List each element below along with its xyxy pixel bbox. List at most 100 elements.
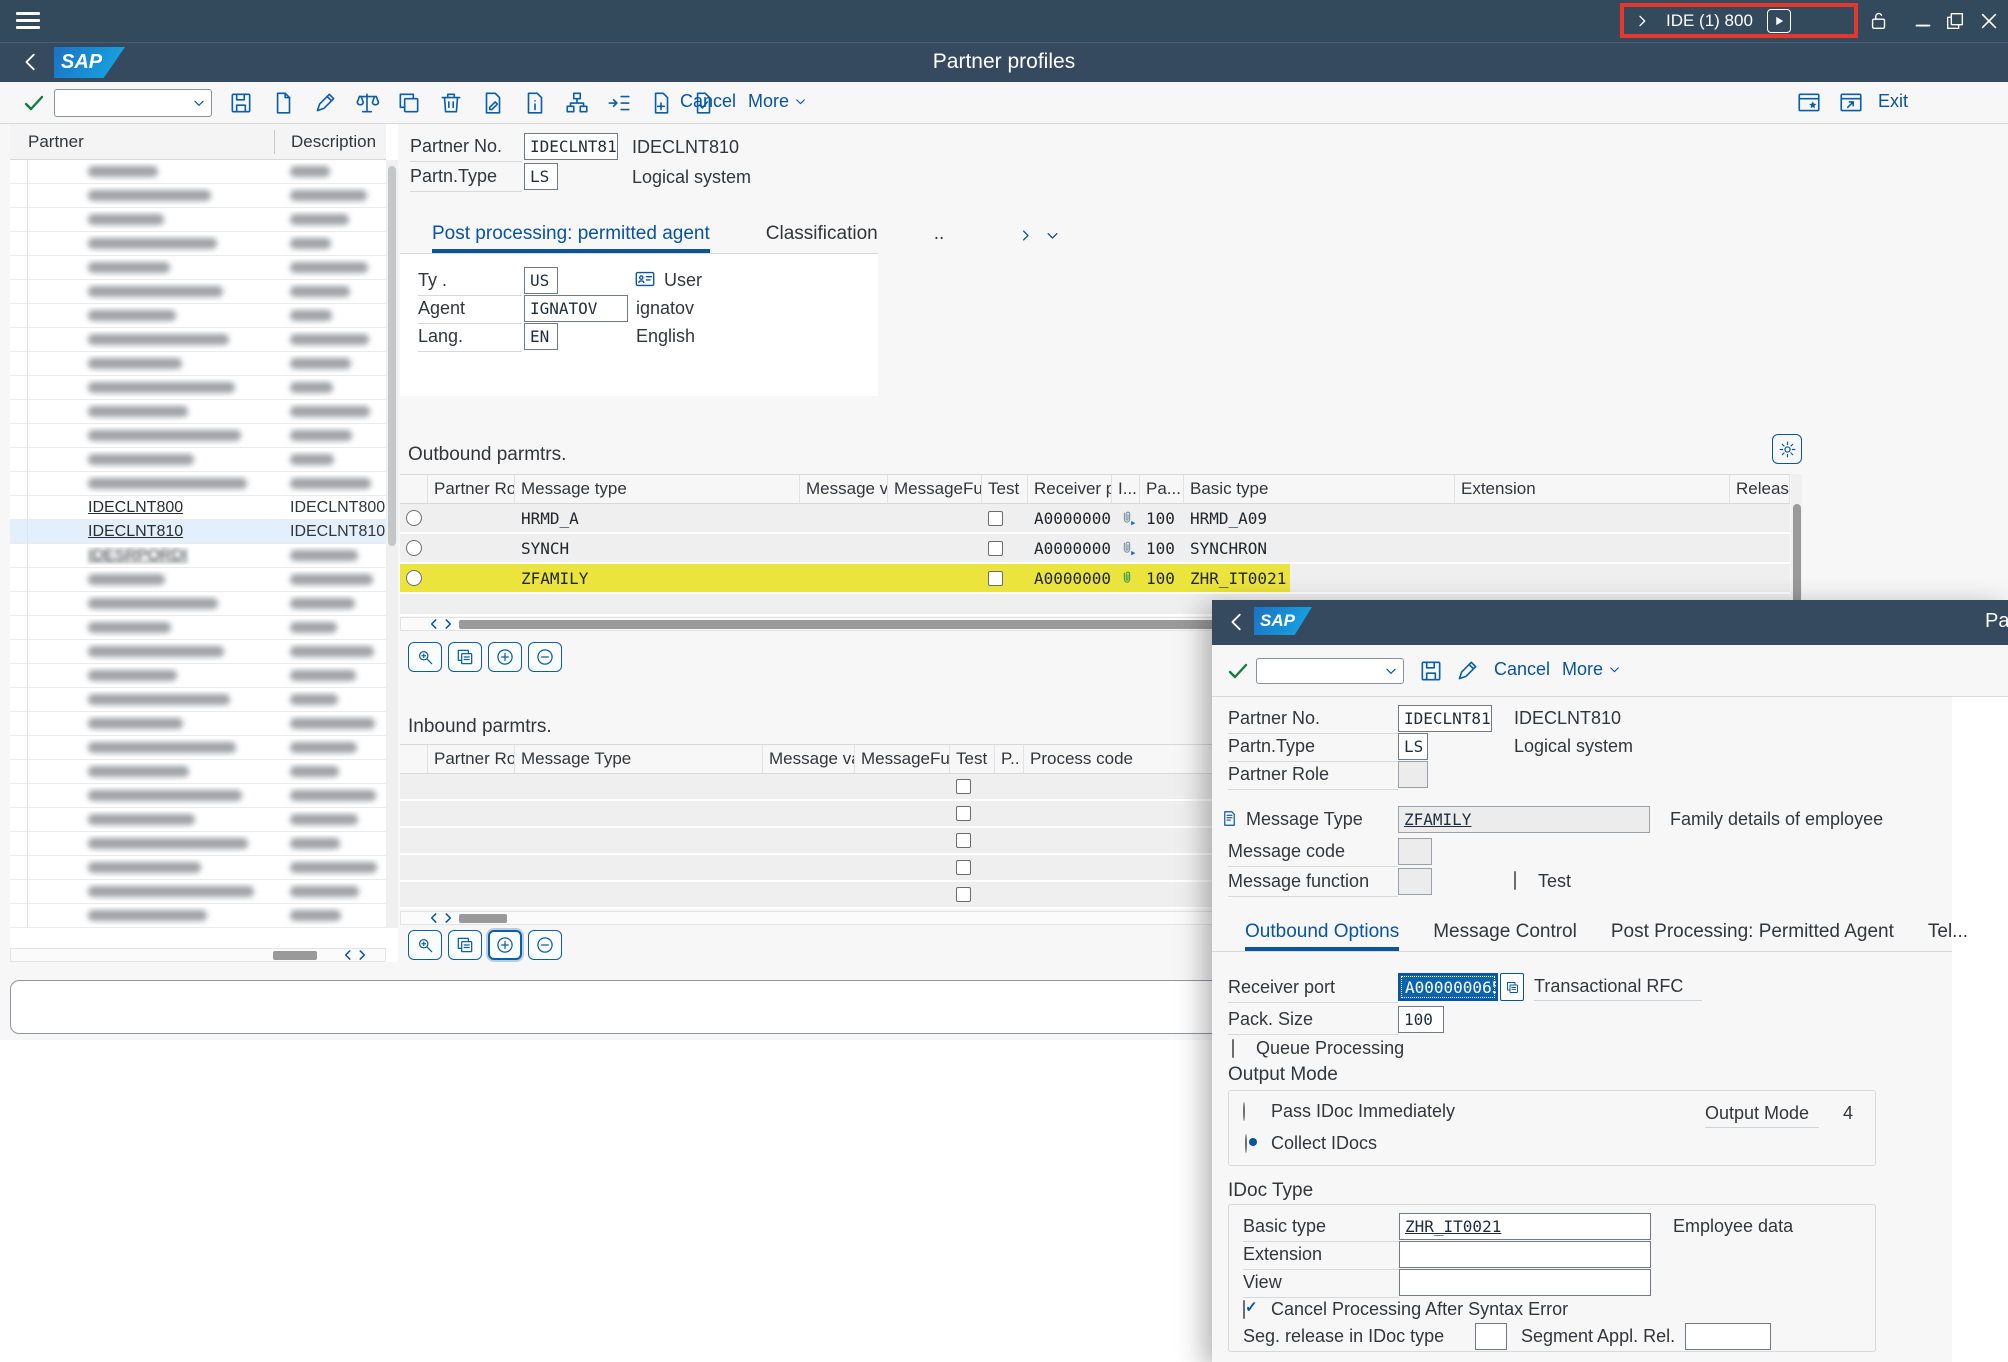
partner-row-blurred[interactable] [10,352,386,376]
scroll-right-icon[interactable] [441,617,455,631]
partner-row[interactable]: IDESRPORDI [10,544,386,568]
ty-field[interactable]: US [524,267,558,294]
tab-post-processing-permitted-agent[interactable]: Post Processing: Permitted Agent [1611,921,1894,951]
close-icon[interactable] [1978,10,2000,32]
receiver-port-field[interactable]: A000000065 [1398,973,1498,1001]
chevron-right-icon[interactable] [1634,13,1650,29]
pack-size-field[interactable]: 100 [1398,1006,1444,1033]
outbound-row[interactable]: SYNCHA000000065▸100SYNCHRON [400,534,1790,564]
partner-row-blurred[interactable] [10,280,386,304]
partner-row-blurred[interactable] [10,880,386,904]
command-field[interactable] [54,89,212,117]
partner-row-blurred[interactable] [10,184,386,208]
command-field[interactable] [1256,658,1404,684]
row-radio[interactable] [406,540,422,556]
chevron-down-icon[interactable] [1384,664,1398,678]
scroll-right-icon[interactable] [441,911,455,925]
partner-no-field[interactable]: IDECLNT810 [1398,705,1492,732]
tab-post-processing-permitted-agent[interactable]: Post processing: permitted agent [432,223,710,253]
detail-view-button[interactable] [408,930,442,960]
test-checkbox[interactable] [988,541,1003,556]
create-entry-icon[interactable] [648,90,674,116]
inbound-row-empty[interactable] [400,855,1440,882]
partner-link[interactable]: IDECLNT810 [88,523,183,540]
unlock-icon[interactable] [1868,10,1890,32]
inbound-row-empty[interactable] [400,828,1440,855]
scroll-left-icon[interactable] [427,911,441,925]
add-entry-button[interactable] [488,930,522,960]
partner-row-blurred[interactable] [10,568,386,592]
partner-row-blurred[interactable] [10,712,386,736]
basic-type-field[interactable]: ZHR_IT0021 [1399,1213,1651,1240]
tab-overflow-down-icon[interactable] [1045,228,1060,243]
exit-button[interactable]: Exit [1878,91,1908,112]
output-mode-radio[interactable] [1243,1102,1245,1121]
partner-row[interactable]: IDECLNT800IDECLNT800 [10,496,386,520]
copy-entry-button[interactable] [448,642,482,672]
partner-row-blurred[interactable] [10,856,386,880]
partner-row-blurred[interactable] [10,424,386,448]
partner-row-blurred[interactable] [10,784,386,808]
document-info-icon[interactable] [522,90,548,116]
cancel-button[interactable]: Cancel [1494,659,1550,680]
scrollbar-thumb[interactable] [459,914,507,923]
partner-row-blurred[interactable] [10,232,386,256]
test-checkbox[interactable] [1514,871,1516,890]
tab-outbound-options[interactable]: Outbound Options [1245,921,1399,951]
partner-row-blurred[interactable] [10,592,386,616]
minimize-icon[interactable] [1912,10,1934,32]
more-button[interactable]: More [748,91,807,112]
window-star-icon[interactable] [1796,90,1822,116]
row-radio[interactable] [406,570,422,586]
scrollbar-thumb[interactable] [388,166,396,546]
partner-link[interactable]: IDECLNT800 [88,499,183,516]
chevron-down-icon[interactable] [192,96,206,110]
remove-entry-button[interactable] [528,930,562,960]
segment-appl-field[interactable] [1685,1323,1771,1350]
partner-link[interactable]: IDESRPORDI [88,547,188,564]
cancel-processing-checkbox[interactable] [1243,1300,1245,1319]
create-icon[interactable] [270,90,296,116]
scroll-left-icon[interactable] [341,948,355,962]
row-radio[interactable] [406,510,422,526]
partner-row-blurred[interactable] [10,640,386,664]
play-icon[interactable] [1767,9,1791,33]
partner-vertical-scrollbar[interactable] [386,160,398,928]
extension-field[interactable] [1399,1241,1651,1268]
tab-classification[interactable]: Classification [766,223,878,253]
lang-field[interactable]: EN [524,323,558,350]
partner-row-blurred[interactable] [10,256,386,280]
partner-row-blurred[interactable] [10,832,386,856]
partner-row-blurred[interactable] [10,376,386,400]
add-entry-button[interactable] [488,642,522,672]
inbound-row-empty[interactable] [400,801,1440,828]
save-icon[interactable] [1418,658,1444,684]
check-scales-icon[interactable] [354,90,380,116]
scroll-left-icon[interactable] [427,617,441,631]
queue-processing-checkbox[interactable] [1232,1039,1234,1058]
partner-row-blurred[interactable] [10,904,386,928]
tab-overflow-right-icon[interactable] [1018,228,1033,243]
output-mode-radio[interactable] [1245,1134,1247,1153]
paperclip-icon[interactable] [1118,569,1136,587]
edit-document-icon[interactable] [480,90,506,116]
partn-type-field[interactable]: LS [1398,733,1428,760]
restore-icon[interactable] [1944,10,1966,32]
copy-icon[interactable] [396,90,422,116]
delete-icon[interactable] [438,90,464,116]
test-checkbox[interactable] [988,511,1003,526]
partn-type-field[interactable]: LS [524,163,558,190]
menu-icon[interactable] [16,12,40,30]
detail-view-button[interactable] [408,642,442,672]
scrollbar-thumb[interactable] [273,951,317,960]
partner-row-blurred[interactable] [10,760,386,784]
test-checkbox[interactable] [988,571,1003,586]
partner-row-blurred[interactable] [10,160,386,184]
copy-value-button[interactable] [1500,973,1524,1001]
display-change-icon[interactable] [312,90,338,116]
outbound-row[interactable]: ZFAMILYA000000065100ZHR_IT0021 [400,564,1790,594]
command-input[interactable] [55,95,192,112]
partner-row-blurred[interactable] [10,616,386,640]
inbound-row-empty[interactable] [400,774,1440,801]
partner-row-blurred[interactable] [10,688,386,712]
